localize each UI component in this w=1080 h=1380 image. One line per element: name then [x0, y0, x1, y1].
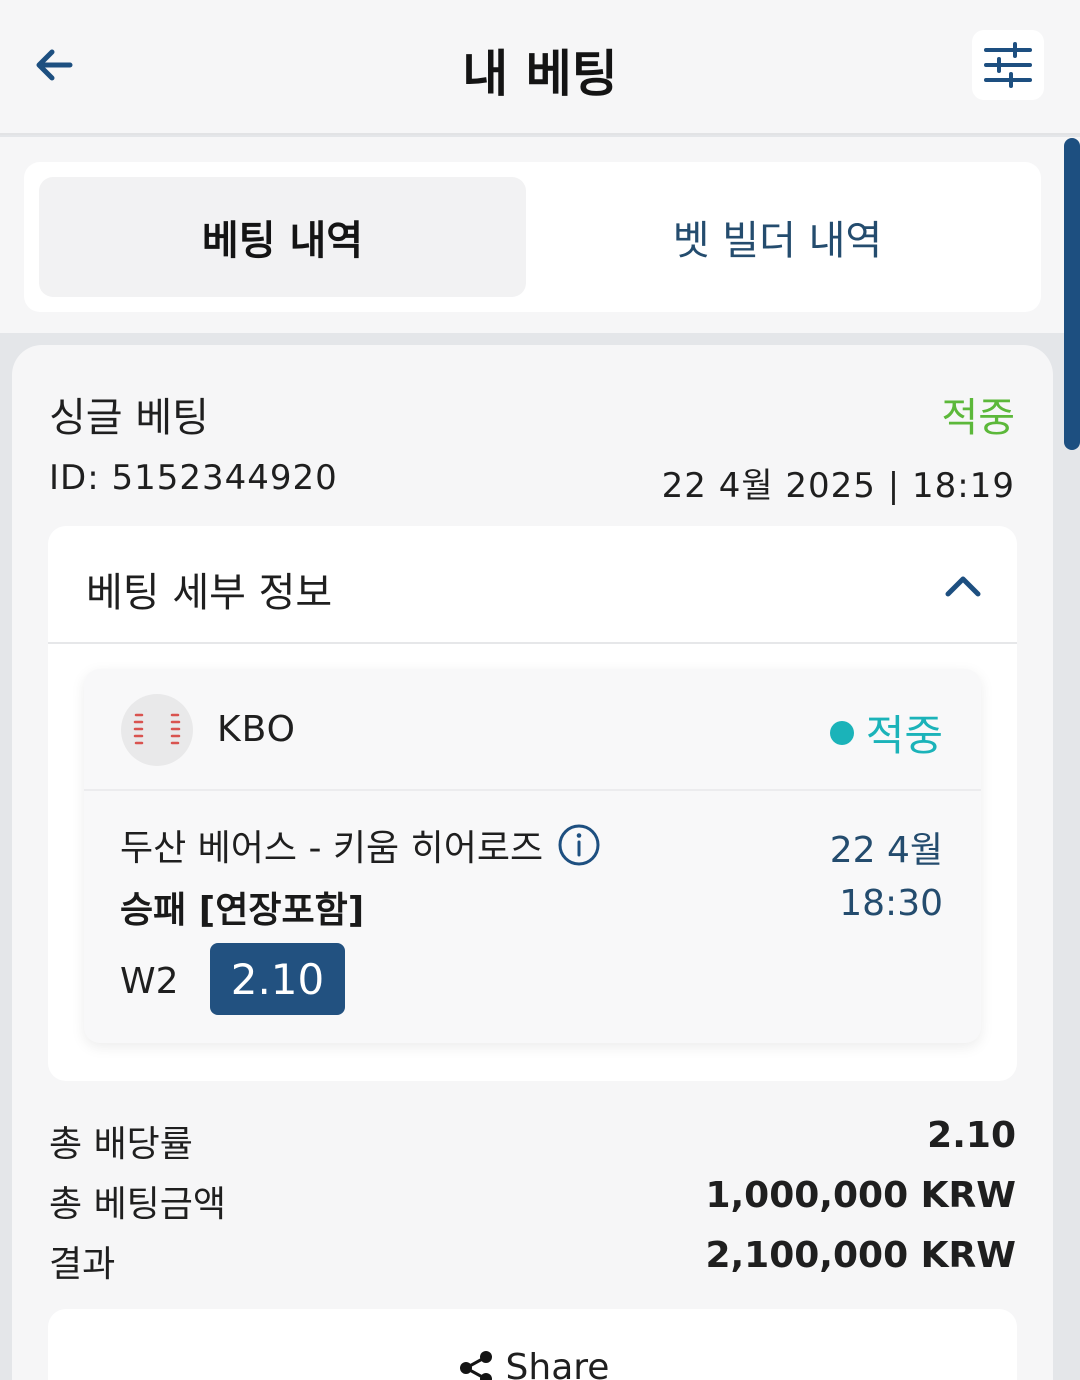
league-name: KBO	[217, 709, 297, 750]
match-time: 18:30	[839, 883, 943, 924]
summary-label: 결과	[49, 1244, 116, 1285]
bet-datetime: 22 4월 2025 | 18:19	[661, 466, 1015, 506]
tab-bet-history[interactable]: 베팅 내역	[39, 177, 526, 297]
share-label: Share	[505, 1347, 610, 1380]
bet-status: 적중	[941, 395, 1015, 441]
bet-details-header[interactable]: 베팅 세부 정보	[48, 526, 1017, 644]
bet-id: ID: 5152344920	[49, 458, 338, 498]
event-status: 적중	[829, 702, 943, 763]
sliders-icon	[984, 42, 1032, 88]
bet-card: 싱글 베팅 적중 ID: 5152344920 22 4월 2025 | 18:…	[12, 345, 1053, 1380]
page-title: 내 베팅	[462, 45, 618, 103]
summary-label: 총 베팅금액	[49, 1184, 227, 1225]
selection-label: W2	[120, 961, 179, 1002]
bet-type: 싱글 베팅	[49, 395, 209, 441]
baseball-icon	[121, 694, 193, 766]
summary-total-stake: 총 베팅금액 1,000,000 KRW	[49, 1175, 1016, 1225]
summary-value: 2,100,000 KRW	[705, 1235, 1016, 1276]
scrollbar[interactable]	[1064, 138, 1080, 450]
chevron-up-icon[interactable]	[943, 566, 983, 606]
summary-label: 총 배당률	[49, 1124, 193, 1165]
app-screen: 내 베팅 베팅 내역 벳 빌더 내역 싱글 베팅 적중 ID: 51523449…	[0, 0, 1080, 1380]
match-date: 22 4월	[829, 830, 943, 871]
odds-badge: 2.10	[210, 943, 345, 1015]
share-icon	[459, 1350, 492, 1380]
market-name: 승패 [연장포함]	[120, 890, 365, 931]
match-name: 두산 베어스 - 키움 히어로즈	[120, 828, 544, 869]
tab-bet-builder-history[interactable]: 벳 빌더 내역	[534, 177, 1021, 297]
filter-button[interactable]	[972, 30, 1044, 100]
summary-value: 1,000,000 KRW	[705, 1175, 1016, 1216]
tabs-area: 베팅 내역 벳 빌더 내역	[0, 137, 1080, 333]
share-button[interactable]: Share	[48, 1309, 1017, 1380]
status-dot-icon	[829, 720, 854, 745]
header: 내 베팅	[0, 0, 1080, 135]
share-content: Share	[48, 1347, 1017, 1380]
summary-total-odds: 총 배당률 2.10	[49, 1115, 1016, 1165]
event-status-label: 적중	[865, 711, 943, 760]
event-card: KBO 적중 두산 베어스 - 키움 히어로즈 22 4월 승패 [연장포함] …	[84, 669, 981, 1043]
bet-details-panel: 베팅 세부 정보 KBO 적중 두산 베어스 - 키움 히어로즈 22 4월 승…	[48, 526, 1017, 1081]
match-row: 두산 베어스 - 키움 히어로즈	[120, 819, 601, 871]
bet-details-title: 베팅 세부 정보	[86, 570, 333, 616]
summary-result: 결과 2,100,000 KRW	[49, 1235, 1016, 1285]
tab-bar: 베팅 내역 벳 빌더 내역	[24, 162, 1041, 312]
event-header: KBO 적중	[84, 669, 981, 791]
summary-value: 2.10	[927, 1115, 1016, 1156]
info-icon[interactable]	[557, 823, 601, 867]
